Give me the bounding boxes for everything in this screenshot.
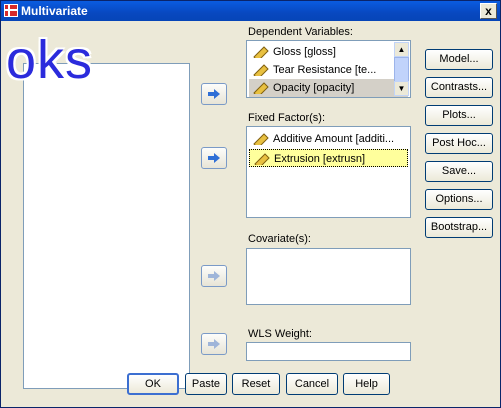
contrasts-button[interactable]: Contrasts... [425,77,493,98]
multivariate-dialog: Multivariate x Dependent Variables: Glos… [0,0,501,408]
list-item-label: Additive Amount [additi... [273,133,395,145]
list-item[interactable]: Gloss [gloss] [249,43,408,61]
list-item-label: Opacity [opacity] [273,82,355,94]
scale-variable-icon [253,82,269,94]
save-button[interactable]: Save... [425,161,493,182]
list-item[interactable]: Additive Amount [additi... [249,130,408,148]
scroll-thumb[interactable] [394,57,409,83]
paste-button[interactable]: Paste [185,373,227,395]
list-item-label: Gloss [gloss] [273,46,336,58]
help-button[interactable]: Help [343,373,390,395]
source-variable-list[interactable] [23,63,190,389]
post-hoc-button[interactable]: Post Hoc... [425,133,493,154]
list-item-label: Extrusion [extrusn] [274,153,366,165]
arrow-right-icon [208,271,220,281]
ok-button[interactable]: OK [127,373,179,395]
vertical-scrollbar[interactable]: ▲ ▼ [394,42,409,96]
model-button[interactable]: Model... [425,49,493,70]
watermark-text: oks [6,30,94,90]
dependent-variables-list[interactable]: Gloss [gloss] Tear Resistance [te... Opa… [246,40,411,98]
move-to-wls-button[interactable] [201,333,227,355]
move-to-fixed-factors-button[interactable] [201,147,227,169]
bootstrap-button[interactable]: Bootstrap... [425,217,493,238]
options-button[interactable]: Options... [425,189,493,210]
scale-variable-icon [253,64,269,76]
move-to-covariates-button[interactable] [201,265,227,287]
list-item-selected[interactable]: Opacity [opacity] [249,79,408,97]
plots-button[interactable]: Plots... [425,105,493,126]
cancel-button[interactable]: Cancel [286,373,338,395]
wls-weight-label: WLS Weight: [248,328,312,340]
move-to-dependent-button[interactable] [201,83,227,105]
scale-variable-icon [253,46,269,58]
arrow-right-icon [208,89,220,99]
scroll-down-icon[interactable]: ▼ [394,81,409,96]
fixed-factors-list[interactable]: Additive Amount [additi... Extrusion [ex… [246,126,411,218]
dependent-variables-label: Dependent Variables: [248,26,353,38]
covariates-label: Covariate(s): [248,233,311,245]
list-item-label: Tear Resistance [te... [273,64,377,76]
scale-variable-icon [253,133,269,145]
reset-button[interactable]: Reset [232,373,280,395]
scale-variable-icon [254,153,270,165]
spss-app-icon [4,4,18,17]
wls-weight-field[interactable] [246,342,411,361]
list-item[interactable]: Tear Resistance [te... [249,61,408,79]
arrow-right-icon [208,153,220,163]
window-title: Multivariate [21,4,88,18]
fixed-factors-label: Fixed Factor(s): [248,112,326,124]
list-item-selected[interactable]: Extrusion [extrusn] [249,149,408,167]
close-button[interactable]: x [480,3,497,19]
covariates-list[interactable] [246,248,411,305]
scroll-up-icon[interactable]: ▲ [394,42,409,57]
arrow-right-icon [208,339,220,349]
title-bar: Multivariate x [1,1,500,21]
